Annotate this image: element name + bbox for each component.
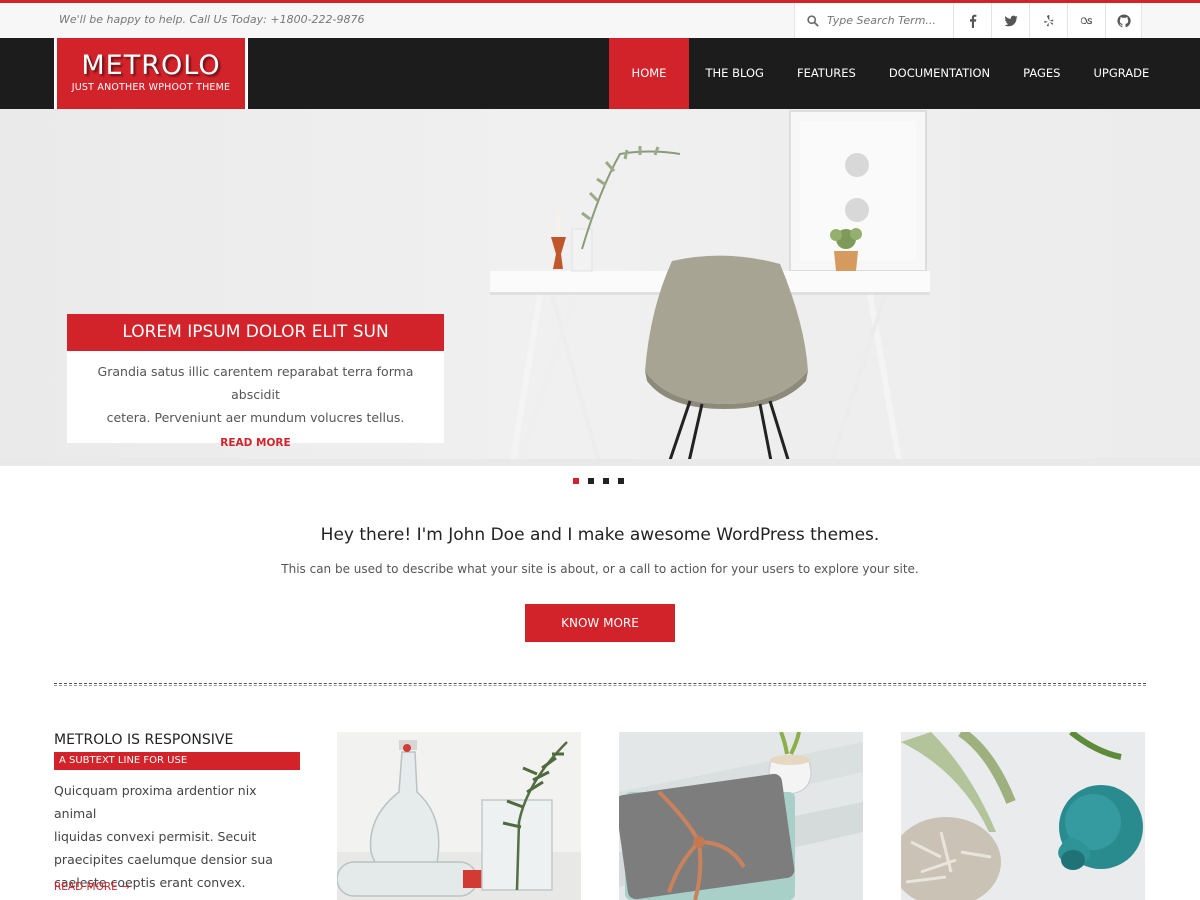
site-logo[interactable]: METROLO JUST ANOTHER WPHOOT THEME	[54, 38, 248, 109]
cta-title: Hey there! I'm John Doe and I make aweso…	[320, 525, 880, 545]
site-tagline: JUST ANOTHER WPHOOT THEME	[71, 82, 231, 93]
hero-slider[interactable]: LOREM IPSUM DOLOR ELIT SUN Grandia satus…	[0, 109, 1200, 466]
feature-body-line: Quicquam proxima ardentior nix animal	[54, 783, 257, 821]
site-header: METROLO JUST ANOTHER WPHOOT THEME HOME T…	[0, 38, 1200, 109]
teal-bottle-image	[901, 732, 1145, 900]
slide-heading: LOREM IPSUM DOLOR ELIT SUN	[67, 314, 444, 351]
main-nav: HOME THE BLOG FEATURES DOCUMENTATION PAG…	[609, 38, 1166, 109]
top-bar: We'll be happy to help. Call Us Today: +…	[0, 0, 1200, 38]
slide-text-line: Grandia satus illic carentem reparabat t…	[97, 364, 414, 402]
lastfm-link[interactable]	[1068, 3, 1106, 38]
slide-text: Grandia satus illic carentem reparabat t…	[67, 351, 444, 429]
thumbnail-teal-bottle[interactable]	[901, 732, 1145, 900]
slider-dot-4[interactable]	[618, 478, 624, 484]
slide-read-more[interactable]: READ MORE	[67, 437, 444, 449]
slider-dot-2[interactable]	[588, 478, 594, 484]
thumbnail-notebook[interactable]	[619, 732, 863, 900]
know-more-button[interactable]: KNOW MORE	[525, 604, 675, 642]
feature-body: Quicquam proxima ardentior nix animal li…	[54, 779, 294, 894]
slide-floor	[0, 459, 1200, 466]
yelp-icon	[1043, 14, 1053, 26]
site-title[interactable]: METROLO	[57, 50, 245, 82]
feature-read-more[interactable]: READ MORE →	[54, 881, 130, 893]
feature-subtext: A SUBTEXT LINE FOR USE	[54, 752, 300, 770]
nav-documentation[interactable]: DOCUMENTATION	[872, 38, 1006, 109]
slide-caption: LOREM IPSUM DOLOR ELIT SUN Grandia satus…	[67, 314, 444, 449]
contact-tagline: We'll be happy to help. Call Us Today: +…	[59, 13, 365, 26]
slider-dot-3[interactable]	[603, 478, 609, 484]
cta-text: This can be used to describe what your s…	[281, 562, 919, 576]
nav-upgrade[interactable]: UPGRADE	[1077, 38, 1166, 109]
notebook-image	[619, 732, 863, 900]
search-input[interactable]	[827, 14, 947, 27]
feature-body-line: liquidas convexi permisit. Secuit	[54, 829, 257, 844]
thumbnail-bottles[interactable]	[337, 732, 581, 900]
facebook-link[interactable]	[954, 3, 992, 38]
github-link[interactable]	[1106, 3, 1142, 38]
search-icon	[807, 14, 819, 27]
lastfm-icon	[1080, 16, 1092, 24]
nav-pages[interactable]: PAGES	[1007, 38, 1077, 109]
search-box[interactable]	[794, 3, 954, 38]
twitter-icon	[1004, 15, 1017, 26]
nav-features[interactable]: FEATURES	[780, 38, 872, 109]
nav-the-blog[interactable]: THE BLOG	[689, 38, 780, 109]
feature-title: METROLO IS RESPONSIVE	[54, 732, 234, 748]
yelp-link[interactable]	[1030, 3, 1068, 38]
feature-body-line: praecipites caelumque densior sua	[54, 852, 273, 867]
section-divider	[54, 683, 1146, 686]
slide-text-line: cetera. Perveniunt aer mundum volucres t…	[106, 410, 405, 425]
topbar-right	[794, 3, 1142, 38]
slider-pagination	[573, 478, 633, 484]
slider-dot-1[interactable]	[573, 478, 579, 484]
twitter-link[interactable]	[992, 3, 1030, 38]
github-icon	[1116, 13, 1131, 27]
bottles-image	[337, 732, 581, 900]
nav-home[interactable]: HOME	[609, 38, 689, 109]
facebook-icon	[969, 14, 976, 28]
